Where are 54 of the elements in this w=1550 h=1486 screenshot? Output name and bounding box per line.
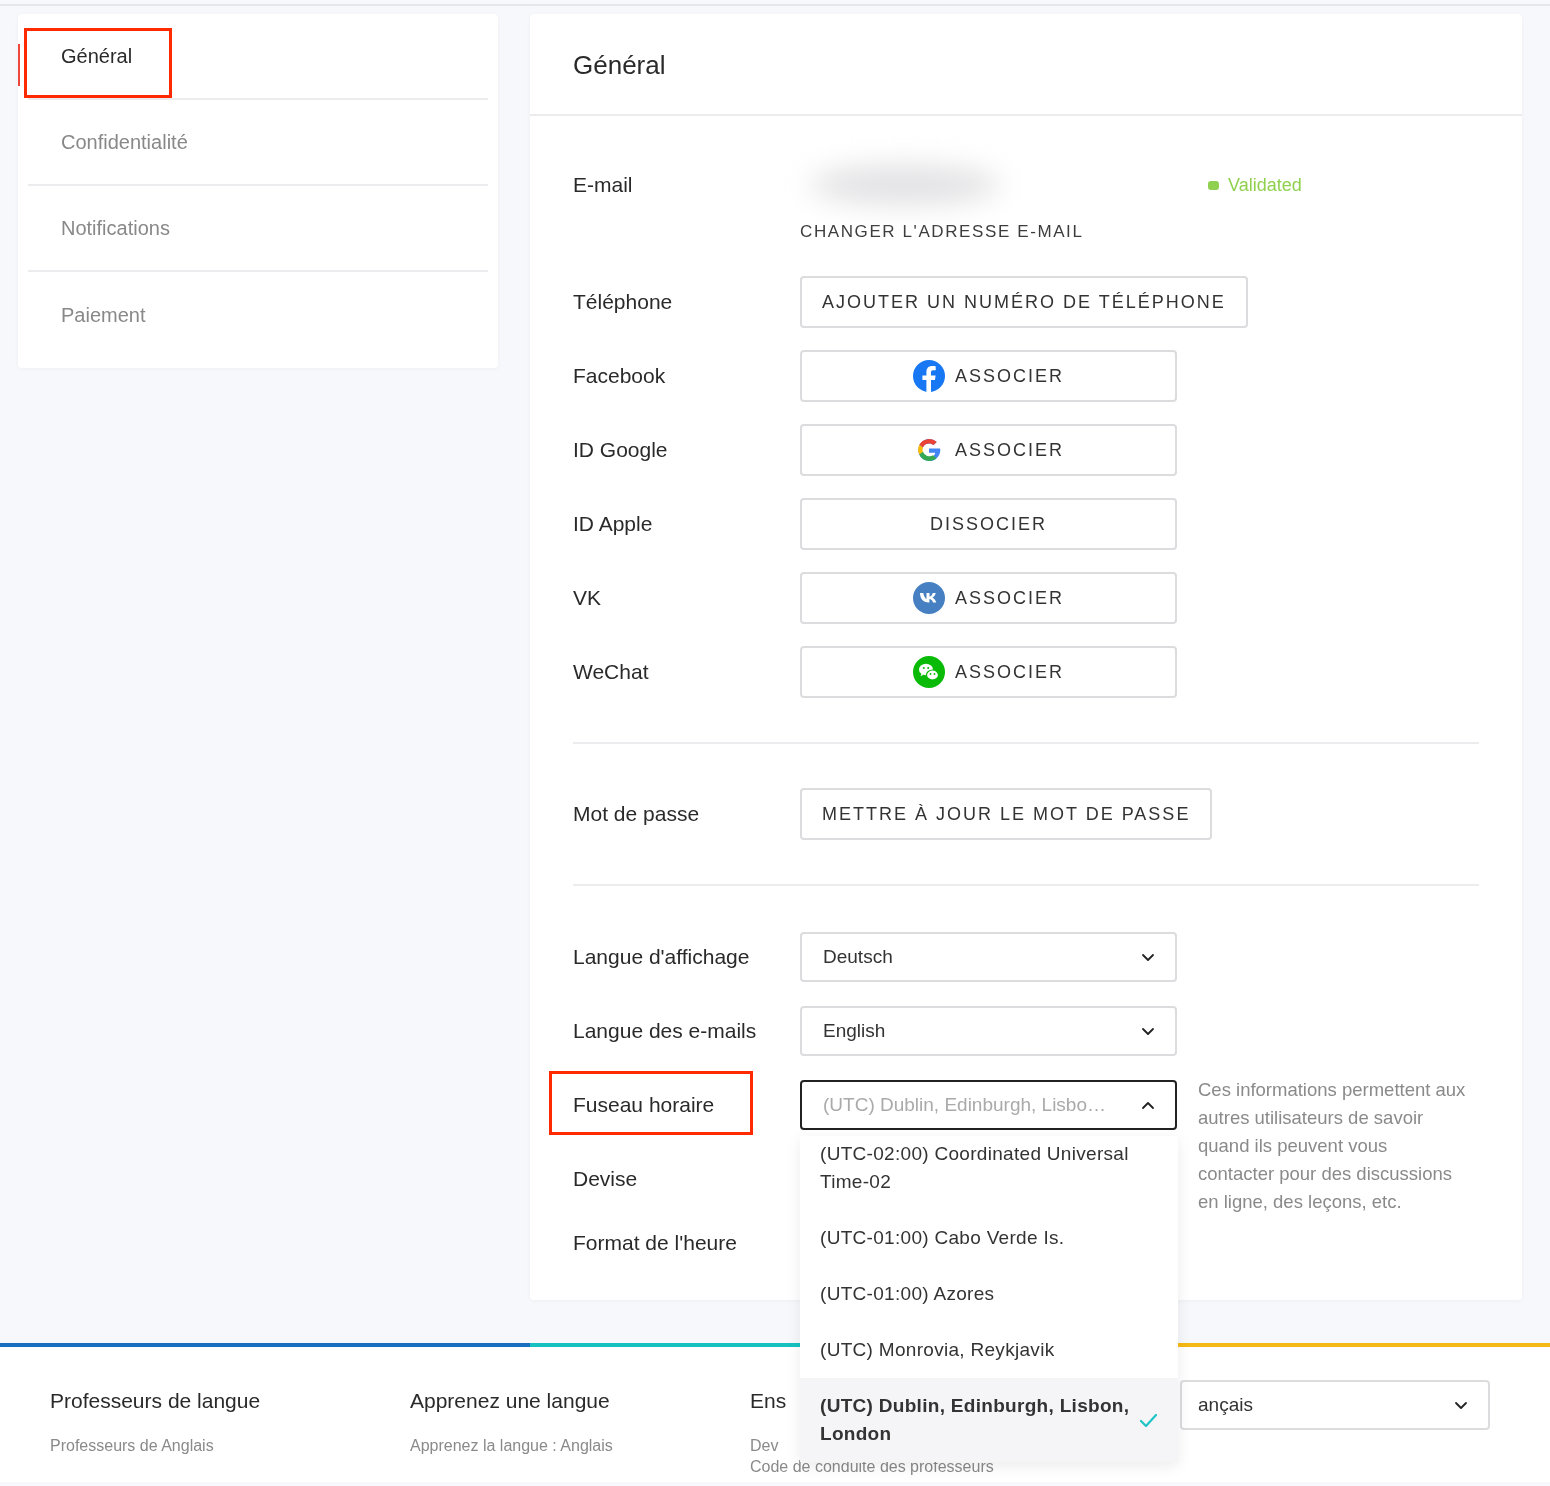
field-label: ID Google — [573, 438, 669, 462]
footer-link[interactable]: Dev — [750, 1436, 779, 1456]
page-title: Général — [573, 49, 666, 81]
link-account-button[interactable]: ASSOCIER — [800, 646, 1177, 698]
sidebar-tab[interactable]: Paiement — [28, 272, 488, 358]
change-email-link[interactable]: CHANGER L'ADRESSE E-MAIL — [800, 222, 1084, 242]
field-label: Langue des e-mails — [573, 1019, 757, 1042]
footer-heading: Apprenez une langue — [410, 1388, 610, 1414]
field-label: Langue d'affichage — [573, 945, 750, 968]
sidebar-tab[interactable]: Général — [28, 14, 488, 100]
active-tab-indicator — [18, 44, 20, 86]
vk-logo-icon — [913, 582, 945, 614]
field-label: Fuseau horaire — [573, 1093, 715, 1116]
check-icon — [1139, 1411, 1158, 1429]
footer-heading: Professeurs de langue — [50, 1388, 261, 1414]
field-label: ID Apple — [573, 512, 654, 536]
field-label: VK — [573, 586, 602, 610]
account-button[interactable]: AJOUTER UN NUMÉRO DE TÉLÉPHONE — [800, 276, 1248, 328]
link-account-button[interactable]: ASSOCIER — [800, 572, 1177, 624]
email-status: Validated — [1228, 174, 1302, 196]
footer-link[interactable]: Professeurs de Anglais — [50, 1436, 214, 1456]
field-label: E-mail — [573, 173, 634, 197]
link-account-button[interactable]: ASSOCIER — [800, 424, 1177, 476]
timezone-hint: Ces informations permettent aux autres utilisateurs de savoir quand ils peuvent vous contacter pour des discussions en ligne, des leçons, etc. — [1198, 1078, 1466, 1214]
update-password-button[interactable]: METTRE À JOUR LE MOT DE PASSE — [800, 788, 1213, 840]
dropdown-select[interactable]: Deutsch — [800, 932, 1177, 982]
dropdown-option[interactable]: (UTC-02:00) Coordinated Universal Time-02 — [800, 1136, 1178, 1210]
caret-down-icon — [1141, 951, 1155, 963]
dropdown-option[interactable]: (UTC-01:00) Azores — [800, 1266, 1178, 1322]
dropdown-option[interactable]: (UTC) Monrovia, Reykjavik — [800, 1322, 1178, 1378]
field-label: Devise — [573, 1167, 639, 1191]
select-value: ançais — [1198, 1394, 1253, 1416]
sidebar-tab[interactable]: Notifications — [28, 186, 488, 272]
field-label: Téléphone — [573, 290, 674, 314]
language-select[interactable]: ançais — [1180, 1380, 1490, 1430]
wechat-logo-icon — [913, 656, 945, 688]
select-value: Deutsch — [823, 946, 893, 968]
caret-up-icon — [1141, 1099, 1155, 1111]
caret-down-icon — [1141, 1025, 1155, 1037]
sidebar-tab[interactable]: Confidentialité — [28, 100, 488, 186]
field-label: Facebook — [573, 364, 667, 388]
dropdown-option[interactable]: (UTC-01:00) Cabo Verde Is. — [800, 1210, 1178, 1266]
field-label: WeChat — [573, 660, 650, 684]
field-label: Format de l'heure — [573, 1231, 738, 1255]
account-button[interactable]: DISSOCIER — [800, 498, 1177, 550]
caret-down-icon — [1454, 1399, 1468, 1411]
facebook-logo-icon — [913, 360, 945, 392]
field-label: Mot de passe — [573, 802, 701, 826]
link-account-button[interactable]: ASSOCIER — [800, 350, 1177, 402]
dropdown-option[interactable]: (UTC) Dublin, Edinburgh, Lisbon, London — [800, 1378, 1178, 1462]
select-value: English — [823, 1020, 886, 1042]
footer-heading: Ens — [750, 1388, 787, 1414]
select-value: (UTC) Dublin, Edinburgh, Lisbo… — [823, 1094, 1106, 1116]
dropdown-select[interactable]: English — [800, 1006, 1177, 1056]
